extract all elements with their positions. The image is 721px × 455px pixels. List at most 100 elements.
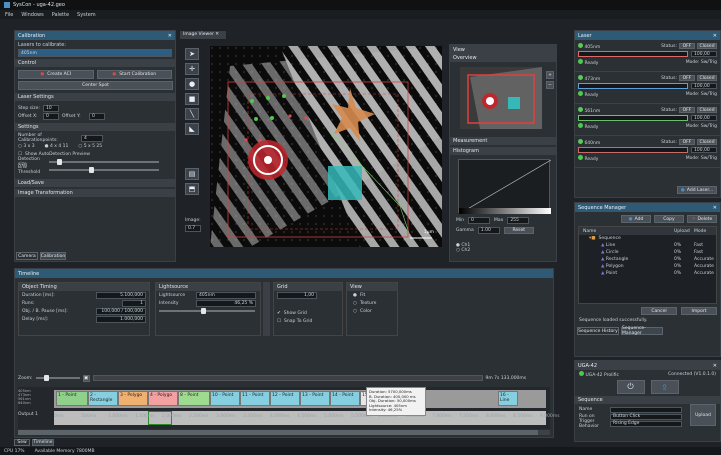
create-aci-button[interactable]: ● Create ACI [18,70,94,79]
laser-power-input[interactable]: 100,00 [691,83,717,89]
timeline-clip[interactable]: 11 - Point [240,391,270,406]
timeline-clip[interactable]: 10 - Point [210,391,240,406]
color-radio[interactable]: ○ Color [347,307,397,315]
close-icon[interactable]: ✕ [713,363,717,369]
uga-device[interactable]: UGA-42 Prolific [579,370,619,378]
reset-button[interactable]: Reset [503,227,534,234]
cancel-button[interactable]: Cancel [641,307,677,315]
timeline-tracks[interactable]: 405nm 473nm 561nm 640nm 1 - Point 2 - Rec… [18,387,550,429]
laser-select[interactable]: 405nm [18,49,172,57]
uga-name-input[interactable] [610,406,682,413]
image-canvas[interactable]: 1µm [210,46,442,247]
laser-mode-toggle[interactable]: Closed [697,43,717,49]
laser-mode-toggle[interactable]: Closed [697,75,717,81]
move-icon[interactable]: ✛ [185,63,199,75]
center-spot-button[interactable]: Center Spot [18,81,173,90]
circle-icon[interactable]: ● [185,78,199,90]
num-points-input[interactable]: 4 [81,134,103,142]
timeline-clip[interactable]: 4 - Polygo [148,391,178,406]
menu-windows[interactable]: Windows [21,12,43,18]
menu-system[interactable]: System [77,12,96,18]
offset-x-input[interactable]: 0 [43,112,59,120]
zoom-in-icon[interactable]: + [546,71,554,79]
col-name[interactable]: Name [579,229,674,234]
laser-power-slider[interactable] [578,115,688,121]
fit-timeline-icon[interactable]: ▣ [82,374,90,382]
zoom-input[interactable]: 0.7 [185,225,201,232]
show-grid-checkbox[interactable]: ✔ [277,311,281,316]
sequence-item[interactable]: ▲ Polygon 0% Accurate [579,263,716,270]
sequence-item[interactable]: ▲ Line 0% Fast [579,242,716,249]
timeline-scrollbar[interactable] [18,430,550,435]
power-button[interactable]: ⏻ [616,380,645,394]
texture-radio[interactable]: ○ Texture [347,299,397,307]
grid-input[interactable]: 1,00 [277,291,317,299]
bw-threshold-slider[interactable] [49,167,159,173]
fit-radio[interactable]: ● Fit [347,291,397,299]
timeline-clip[interactable]: 14 - Point [330,391,360,406]
laser-mode-toggle[interactable]: Closed [697,139,717,145]
timeline-clip[interactable]: 8 - Point [178,391,210,406]
laser-power-slider[interactable] [578,147,688,153]
menu-file[interactable]: File [5,12,13,18]
tab-sequence-manager[interactable]: Sequence-Manager [621,326,663,336]
laser-power-input[interactable]: 100,00 [691,147,717,153]
sequence-item[interactable]: ▲ Rectangle 0% Accurate [579,256,716,263]
add-laser-button[interactable]: ● Add Laser... [677,186,717,194]
col-upload[interactable]: Upload [674,229,694,234]
sequence-root[interactable]: ▾■ Sequence [579,235,716,242]
gamma-input[interactable]: 1.00 [477,227,500,234]
overview-section[interactable]: Overview [450,54,556,62]
timeline-overview-bar[interactable] [92,375,483,381]
tab-calibration[interactable]: Calibration [40,252,66,260]
uga-runs-select[interactable]: Button Click [610,413,682,420]
detection-size-slider[interactable] [49,159,159,165]
uga-trigger-select[interactable]: Rising Edge [610,420,682,427]
duration-input[interactable]: 5.100,000 [96,291,146,299]
tab-timeline[interactable]: Timeline [32,439,54,446]
min-input[interactable]: 0 [468,217,490,224]
radio-5x5[interactable]: ○ 5 x 5 25 [78,144,102,149]
tab-sequence-history[interactable]: Sequence History [577,327,619,335]
intensity-slider[interactable] [159,308,255,314]
laser-mode-toggle[interactable]: Closed [697,107,717,113]
layers-icon[interactable]: ▤ [185,168,199,180]
laser-power-input[interactable]: 100,00 [691,51,717,57]
obj-pause-input[interactable]: 100,000 / 100,000 [96,307,146,315]
tab-camera[interactable]: Camera [16,252,38,260]
add-sequence-button[interactable]: ● Add [621,215,651,223]
image-transformation-section[interactable]: Image Transformation [15,189,175,197]
timeline-clip[interactable]: 3 - Polygo [118,391,148,406]
close-icon[interactable]: ✕ [168,33,172,39]
import-button[interactable]: Import [681,307,717,315]
timeline-clip[interactable]: 16 - Line [498,391,518,406]
zoom-out-icon[interactable]: − [546,81,554,89]
settings-section[interactable]: Settings [15,123,175,131]
uga-sequence-section[interactable]: Sequence [575,396,720,404]
snap-grid-checkbox[interactable]: ☐ [277,319,281,324]
close-icon[interactable]: ✕ [713,205,717,211]
laser-power-slider[interactable] [578,51,688,57]
delete-sequence-button[interactable]: ✕ Delete [687,215,717,223]
upload-button[interactable]: Upload [690,404,716,426]
timeline-clip[interactable]: 1 - Point [56,391,88,406]
viewer-tab[interactable]: Image Viewer ✕ [180,31,226,39]
show-auto-checkbox[interactable]: ☐ [18,152,22,157]
overview-scroll[interactable]: + − [546,71,554,131]
intensity-input[interactable]: 46,25 % [196,299,256,307]
laser-status-toggle[interactable]: OFF [679,43,695,49]
timeline-side-tab[interactable] [263,282,270,336]
polygon-icon[interactable]: ◣ [185,123,199,135]
channel2-radio[interactable]: ○ Ch2 [456,248,470,253]
laser-status-toggle[interactable]: OFF [679,107,695,113]
export-icon[interactable]: ⬒ [185,183,199,195]
measurement-section[interactable]: Measurement [450,137,556,145]
offset-y-input[interactable]: 0 [89,112,105,120]
sequence-item[interactable]: ▲ Circle 0% Fast [579,249,716,256]
runs-input[interactable]: 1 [122,299,146,307]
rect-icon[interactable]: ■ [185,93,199,105]
radio-4x4[interactable]: ● 4 x 4 11 [45,144,69,149]
histogram-section[interactable]: Histogram [450,147,556,155]
laser-status-toggle[interactable]: OFF [679,139,695,145]
delay-input[interactable]: 1.000,000 [96,315,146,323]
